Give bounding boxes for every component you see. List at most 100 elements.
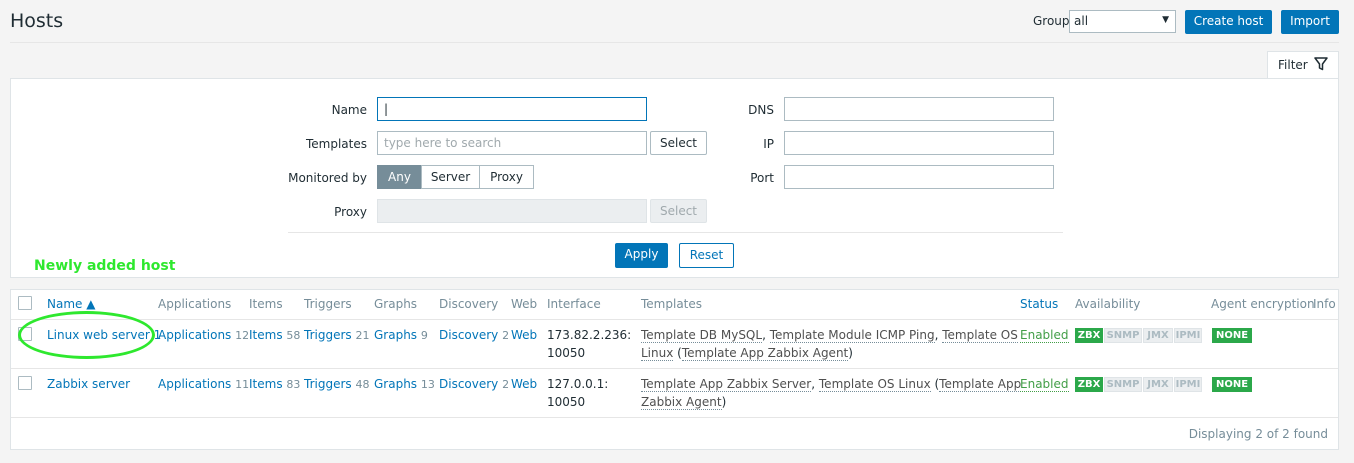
template-separator: , xyxy=(762,328,770,342)
template-link-continued[interactable]: Zabbix Agent xyxy=(641,395,722,410)
hosts-table: Name ▲ Applications Items Triggers Graph… xyxy=(10,289,1339,450)
annotation-text: Newly added host xyxy=(34,258,176,274)
proxy-input xyxy=(377,199,647,223)
templates-select-button[interactable]: Select xyxy=(650,131,707,155)
group-label: Group xyxy=(1033,14,1070,28)
triggers-link[interactable]: Triggers xyxy=(304,328,352,342)
template-paren-close: ) xyxy=(721,395,727,409)
applications-link[interactable]: Applications xyxy=(158,377,231,391)
monitored-by-server[interactable]: Server xyxy=(421,165,480,189)
discovery-count: 2 xyxy=(502,378,510,391)
monitored-by-proxy[interactable]: Proxy xyxy=(479,165,534,189)
encryption-badge: NONE xyxy=(1212,377,1253,392)
column-header-templates: Templates xyxy=(641,297,703,311)
caret-down-icon: ▼ xyxy=(1162,15,1169,25)
items-link[interactable]: Items xyxy=(249,328,283,342)
template-paren-close: ) xyxy=(848,346,853,360)
column-header-info: Info xyxy=(1313,297,1336,311)
template-link[interactable]: Template OS Linux xyxy=(818,377,931,392)
ip-input[interactable] xyxy=(784,131,1054,155)
filter-tab-label: Filter xyxy=(1278,58,1308,72)
apply-button[interactable]: Apply xyxy=(615,243,668,268)
row-separator xyxy=(11,417,1338,418)
column-header-agent-encryption: Agent encryption xyxy=(1211,297,1315,311)
column-header-web: Web xyxy=(511,297,538,311)
availability-snmp: SNMP xyxy=(1104,377,1142,392)
template-link[interactable]: Template App xyxy=(939,377,1022,392)
template-link[interactable]: Template App Zabbix Agent xyxy=(681,346,849,361)
templates-label: Templates xyxy=(305,137,367,151)
reset-button[interactable]: Reset xyxy=(679,243,734,268)
column-header-status[interactable]: Status xyxy=(1020,297,1058,311)
filter-tab[interactable]: Filter xyxy=(1267,51,1339,79)
availability-jmx: JMX xyxy=(1143,328,1173,343)
column-header-interface: Interface xyxy=(547,297,601,311)
column-header-triggers: Triggers xyxy=(304,297,352,311)
interface-line1: 173.82.2.236: xyxy=(547,328,632,342)
dns-label: DNS xyxy=(748,103,774,117)
dns-input[interactable] xyxy=(784,97,1054,121)
proxy-label: Proxy xyxy=(334,205,367,219)
template-paren-open: ( xyxy=(673,346,682,360)
bottom-action-buttons xyxy=(78,459,458,463)
port-input[interactable] xyxy=(784,165,1054,189)
column-header-discovery: Discovery xyxy=(439,297,499,311)
filter-panel: Name | Templates type here to search Sel… xyxy=(10,78,1339,278)
header-divider xyxy=(10,42,1339,43)
applications-count: 12 xyxy=(235,329,250,342)
proxy-select-button: Select xyxy=(650,199,707,223)
template-link[interactable]: Template OS xyxy=(942,328,1018,343)
templates-input[interactable]: type here to search xyxy=(377,131,647,155)
template-separator: , xyxy=(811,377,819,391)
host-name-link[interactable]: Linux web server 1 xyxy=(47,326,161,344)
row-checkbox[interactable] xyxy=(18,327,32,341)
availability-jmx: JMX xyxy=(1143,377,1173,392)
triggers-count: 21 xyxy=(355,329,370,342)
group-select[interactable]: all ▼ xyxy=(1069,10,1176,33)
table-footer-count: Displaying 2 of 2 found xyxy=(1188,427,1328,441)
group-select-value: all xyxy=(1074,14,1089,28)
items-count: 83 xyxy=(286,378,301,391)
status-toggle[interactable]: Enabled xyxy=(1020,377,1069,392)
items-link[interactable]: Items xyxy=(249,377,283,391)
graphs-count: 13 xyxy=(420,378,435,391)
column-header-applications: Applications xyxy=(158,297,232,311)
row-checkbox[interactable] xyxy=(18,376,32,390)
availability-snmp: SNMP xyxy=(1104,328,1142,343)
create-host-button[interactable]: Create host xyxy=(1185,10,1272,34)
graphs-link[interactable]: Graphs xyxy=(374,328,417,342)
import-button[interactable]: Import xyxy=(1281,10,1339,34)
graphs-link[interactable]: Graphs xyxy=(374,377,417,391)
name-label: Name xyxy=(331,103,367,117)
discovery-link[interactable]: Discovery xyxy=(439,377,498,391)
interface-line2: 10050 xyxy=(547,346,586,360)
port-label: Port xyxy=(750,171,774,185)
column-header-name[interactable]: Name ▲ xyxy=(47,297,95,311)
graphs-count: 9 xyxy=(420,329,428,342)
filter-divider xyxy=(288,232,1063,233)
applications-link[interactable]: Applications xyxy=(158,328,231,342)
page-title: Hosts xyxy=(10,10,64,32)
column-header-items: Items xyxy=(249,297,283,311)
triggers-count: 48 xyxy=(355,378,370,391)
availability-ipmi: IPMI xyxy=(1174,328,1202,343)
status-toggle[interactable]: Enabled xyxy=(1020,328,1069,343)
monitored-by-any[interactable]: Any xyxy=(377,165,422,189)
availability-zbx: ZBX xyxy=(1075,377,1103,392)
host-name-link[interactable]: Zabbix server xyxy=(47,375,130,393)
select-all-checkbox[interactable] xyxy=(18,296,32,310)
row-separator xyxy=(11,368,1338,369)
discovery-count: 2 xyxy=(502,329,510,342)
web-link[interactable]: Web xyxy=(511,326,537,344)
template-link[interactable]: Template DB MySQL xyxy=(641,328,763,343)
items-count: 58 xyxy=(286,329,301,342)
web-link[interactable]: Web xyxy=(511,375,537,393)
template-link[interactable]: Template App Zabbix Server xyxy=(641,377,812,392)
column-header-availability: Availability xyxy=(1075,297,1141,311)
template-link-continued[interactable]: Linux xyxy=(641,346,674,361)
availability-zbx: ZBX xyxy=(1075,328,1103,343)
triggers-link[interactable]: Triggers xyxy=(304,377,352,391)
name-input[interactable]: | xyxy=(377,97,647,121)
discovery-link[interactable]: Discovery xyxy=(439,328,498,342)
template-link[interactable]: Template Module ICMP Ping xyxy=(769,328,935,343)
